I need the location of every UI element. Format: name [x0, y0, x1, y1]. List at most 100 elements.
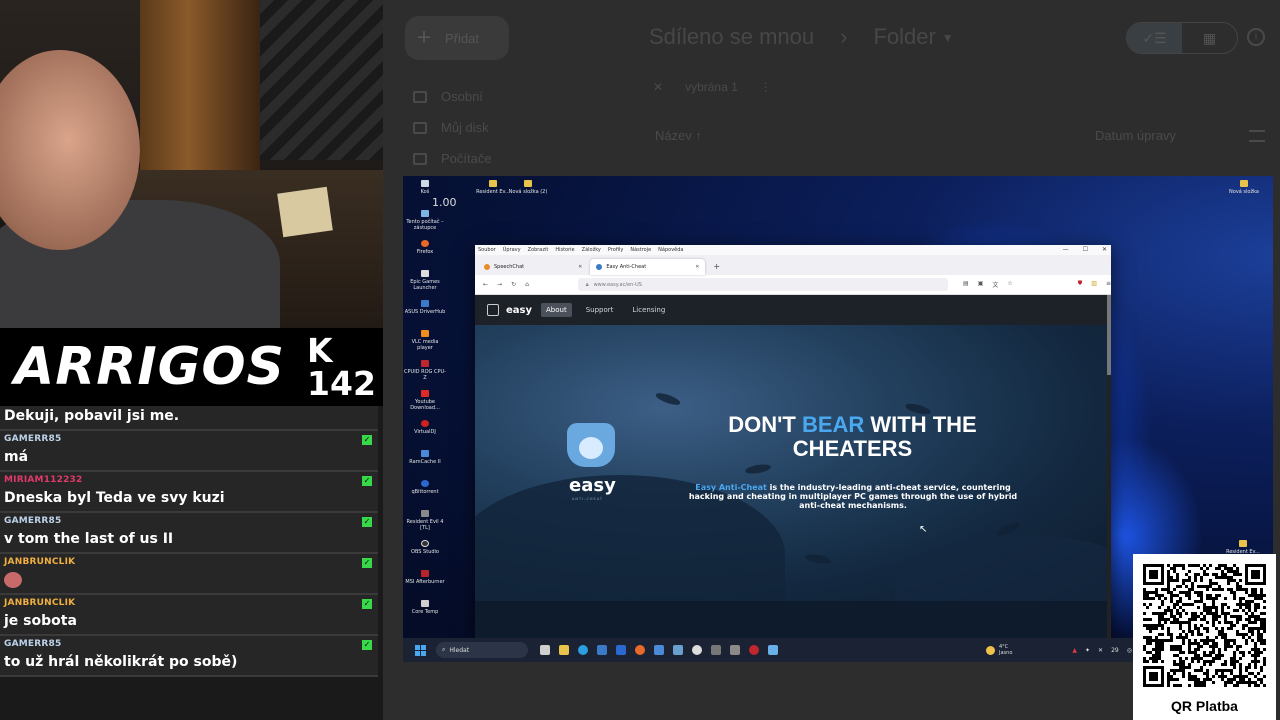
tray-icon[interactable]: ✦ [1085, 647, 1090, 654]
desktop-icon-coretemp[interactable]: Core Temp [403, 600, 447, 615]
desktop-icon-vlc[interactable]: VLC media player [403, 330, 447, 351]
nav-item-computers[interactable]: Počítače [413, 151, 492, 166]
edge-icon[interactable] [578, 645, 588, 655]
desktop-icon-label: RamCache II [409, 459, 441, 465]
desktop-icon-this-pc[interactable]: Tento počítač – zástupce [403, 210, 447, 231]
desktop-icon-recycle[interactable]: Koš [403, 180, 447, 195]
app-icon[interactable] [749, 645, 759, 655]
minimize-icon[interactable]: — [1063, 246, 1069, 253]
star-icon[interactable]: ☆ [1007, 280, 1012, 289]
chat-username[interactable]: GAMERR85 [4, 639, 374, 652]
menu-item[interactable]: Záložky [582, 247, 601, 253]
new-tab-icon[interactable]: + [707, 259, 726, 275]
tab-speechchat[interactable]: SpeechChat ✕ [478, 259, 588, 275]
menu-item[interactable]: Úpravy [503, 247, 521, 253]
desktop-icon-resident-right[interactable]: Resident Ev... [1221, 540, 1265, 555]
menu-item[interactable]: Zobrazit [528, 247, 549, 253]
desktop-icon-virtualdj[interactable]: VirtualDJ [403, 420, 447, 435]
desktop-icon-obs[interactable]: OBS Studio [403, 540, 447, 555]
desktop-icon-resident-evil[interactable]: Resident Evil 4 [TL] [403, 510, 447, 531]
url-field[interactable]: 🔒︎ www.easy.ac/en-US [577, 278, 949, 291]
grid-view-icon[interactable]: ▦ [1182, 23, 1237, 53]
app-icon[interactable] [673, 645, 683, 655]
taskbar-search[interactable]: ⌕ Hledat [436, 642, 528, 658]
store-icon[interactable] [597, 645, 607, 655]
chat-username[interactable]: JANBRUNCLIK [4, 557, 374, 570]
tray-icon[interactable]: ◎ [1127, 647, 1132, 654]
mail-icon[interactable] [616, 645, 626, 655]
menu-item[interactable]: Soubor [478, 247, 496, 253]
nav-licensing[interactable]: Licensing [627, 303, 670, 317]
chat-username[interactable]: GAMERR85 [4, 516, 374, 529]
menu-item[interactable]: Historie [555, 247, 574, 253]
list-view-icon[interactable]: ✓☰ [1127, 23, 1182, 53]
close-icon[interactable]: ✕ [1102, 246, 1107, 253]
site-logo[interactable]: easy [487, 304, 532, 316]
desktop-icon-qbittorrent[interactable]: qBittorrent [403, 480, 447, 495]
reader-icon[interactable]: ▤ [963, 280, 969, 289]
tray-day[interactable]: 29 [1111, 647, 1119, 654]
tray-icon[interactable]: ▲ [1072, 647, 1077, 654]
translate-icon[interactable]: 文 [992, 280, 998, 289]
qr-module [1188, 666, 1191, 669]
chat-username[interactable]: GAMERR85 [4, 434, 374, 447]
column-header-name[interactable]: Název ↑ [655, 128, 702, 143]
firefox-icon[interactable] [635, 645, 645, 655]
close-icon[interactable]: ✕ [653, 80, 663, 94]
breadcrumb-shared[interactable]: Sdíleno se mnou [649, 24, 814, 52]
extension-icon[interactable]: ▥ [1091, 280, 1097, 289]
back-icon[interactable]: ← [483, 281, 488, 288]
caret-down-icon[interactable]: ▼ [942, 24, 954, 52]
qr-module [1212, 660, 1215, 663]
nav-item-my-drive[interactable]: Můj disk [413, 120, 489, 135]
tray-icon[interactable]: ✕ [1098, 647, 1103, 654]
home-icon[interactable]: ⌂ [525, 281, 529, 288]
app-icon[interactable] [768, 645, 778, 655]
reload-icon[interactable]: ↻ [511, 281, 516, 288]
info-icon[interactable]: i [1247, 28, 1265, 46]
app-icon[interactable] [654, 645, 664, 655]
menu-icon[interactable]: ≡ [1106, 280, 1111, 289]
qr-module [1167, 684, 1170, 687]
menu-item[interactable]: Nápověda [658, 247, 683, 253]
page-scrollbar[interactable] [1107, 295, 1111, 640]
desktop-icon-afterburner[interactable]: MSI Afterburner [403, 570, 447, 585]
windows-start-icon[interactable] [415, 644, 426, 656]
more-icon[interactable]: ⋮ [760, 80, 772, 94]
qr-module [1254, 666, 1257, 669]
menu-item[interactable]: Nástroje [630, 247, 651, 253]
column-header-date[interactable]: Datum úpravy [1095, 128, 1176, 143]
breadcrumb-folder[interactable]: Folder [873, 24, 935, 52]
desktop-icon-new-folder[interactable]: Nová složka [1222, 180, 1266, 195]
nav-about[interactable]: About [541, 303, 572, 317]
menu-item[interactable]: Profily [608, 247, 623, 253]
desktop-icon-firefox[interactable]: Firefox [403, 240, 447, 255]
qr-module [1164, 639, 1167, 642]
settings-icon[interactable] [711, 645, 721, 655]
chat-username[interactable]: JANBRUNCLIK [4, 598, 374, 611]
shield-icon[interactable]: ⛊ [1078, 280, 1083, 289]
desktop-icon-ramcache[interactable]: RamCache II [403, 450, 447, 465]
desktop-icon-new-folder-2[interactable]: Nová složka (2) [506, 180, 550, 195]
forward-icon[interactable]: → [497, 281, 502, 288]
desktop-icon-cpuz[interactable]: CPUID ROG CPU-Z [403, 360, 447, 381]
nav-support[interactable]: Support [581, 303, 619, 317]
maximize-icon[interactable]: ☐ [1083, 246, 1088, 253]
qr-module [1200, 684, 1203, 687]
nav-item-personal[interactable]: Osobní [413, 89, 483, 104]
screenshot-icon[interactable]: ▣ [978, 280, 984, 289]
task-view-icon[interactable] [540, 645, 550, 655]
tab-close-icon[interactable]: ✕ [695, 264, 699, 270]
weather-widget[interactable]: 4°C Jasno [986, 644, 1012, 656]
desktop-icon-youtube-dl[interactable]: Youtube Download... [403, 390, 447, 411]
obs-icon[interactable] [692, 645, 702, 655]
chat-username[interactable]: MIRIAM112232 [4, 475, 374, 488]
tab-easy-anti-cheat[interactable]: Easy Anti-Cheat ✕ [590, 259, 706, 275]
file-explorer-icon[interactable] [559, 645, 569, 655]
app-icon[interactable] [730, 645, 740, 655]
sort-icon[interactable] [1249, 130, 1265, 142]
desktop-icon-asus[interactable]: ASUS DriverHub [403, 300, 447, 315]
tab-close-icon[interactable]: ✕ [578, 264, 582, 270]
desktop-icon-epic[interactable]: Epic Games Launcher [403, 270, 447, 291]
add-button[interactable]: + Přidat [405, 16, 509, 60]
